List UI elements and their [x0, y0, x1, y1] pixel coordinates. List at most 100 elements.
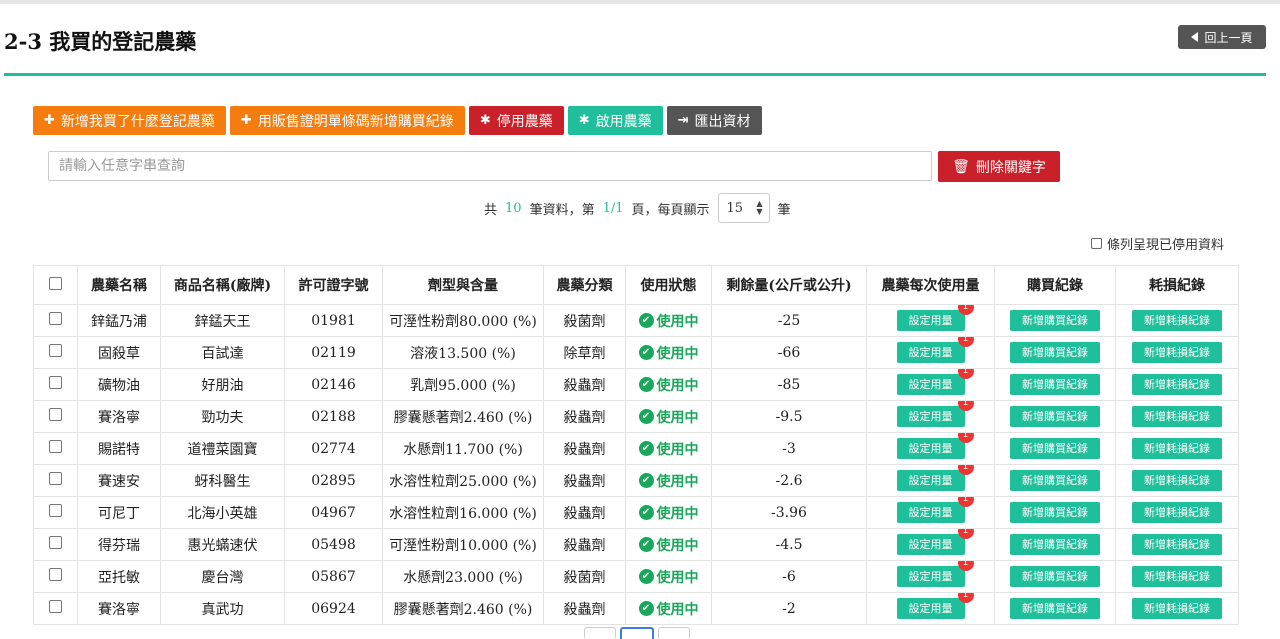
row-checkbox[interactable]: [49, 408, 62, 421]
cell-license: 02774: [284, 432, 383, 465]
current-page-button[interactable]: [620, 627, 654, 639]
cell-remaining: -9.5: [711, 400, 867, 433]
cell-product: 好朋油: [160, 368, 285, 401]
add-loss-record-button[interactable]: 新增耗損紀錄: [1132, 438, 1222, 459]
row-select-cell: [33, 528, 78, 561]
table-row: 可尼丁 北海小英雄 04967 水溶性粒劑16.000 (%) 殺蟲劑 ✔ 使用中 -3.96…: [33, 496, 1239, 529]
set-usage-button[interactable]: 設定用量 1: [896, 497, 974, 523]
cell-remaining: -6: [711, 560, 867, 593]
export-button[interactable]: ⇥ 匯出資材: [666, 106, 762, 135]
check-circle-icon: ✔: [638, 505, 654, 520]
notification-badge: 1: [957, 369, 974, 379]
add-loss-record-button[interactable]: 新增耗損紀錄: [1132, 598, 1222, 619]
prev-page-button[interactable]: [584, 627, 616, 638]
row-checkbox[interactable]: [49, 600, 62, 613]
cell-product: 百試達: [160, 336, 285, 369]
plus-icon: ✚: [44, 113, 55, 128]
back-button-label: 回上一頁: [1204, 30, 1253, 45]
cell-purchase: 新增購買紀錄: [994, 528, 1116, 561]
row-checkbox[interactable]: [49, 568, 62, 581]
row-checkbox[interactable]: [49, 536, 62, 549]
cell-license: 02119: [284, 336, 383, 369]
add-purchase-record-button[interactable]: 新增購買紀錄: [1010, 406, 1100, 427]
add-loss-record-button[interactable]: 新增耗損紀錄: [1132, 374, 1222, 395]
add-purchase-record-button[interactable]: 新增購買紀錄: [1010, 342, 1100, 363]
per-page-value: 15: [726, 200, 744, 216]
cell-license: 01981: [284, 304, 383, 337]
row-checkbox[interactable]: [49, 376, 62, 389]
next-page-button[interactable]: [658, 627, 690, 638]
enable-pesticide-button[interactable]: ✱ 啟用農藥: [567, 106, 663, 135]
column-header: 使用狀態: [625, 265, 712, 305]
column-header: 耗損紀錄: [1115, 265, 1239, 305]
set-usage-button[interactable]: 設定用量 1: [896, 433, 974, 459]
set-usage-button[interactable]: 設定用量 1: [896, 561, 974, 587]
cell-loss: 新增耗損紀錄: [1115, 464, 1239, 497]
column-header: 農藥每次使用量: [866, 265, 995, 305]
cell-remaining: -3: [711, 432, 867, 465]
add-loss-record-button[interactable]: 新增耗損紀錄: [1132, 342, 1222, 363]
show-disabled-toggle[interactable]: 條列呈現已停用資料: [1090, 234, 1224, 253]
cell-formulation: 水溶性粒劑16.000 (%): [382, 496, 544, 529]
select-all-checkbox[interactable]: [49, 276, 62, 290]
disable-label: 停用農藥: [496, 113, 553, 130]
cell-usage: 設定用量 1: [866, 496, 995, 529]
top-border: [0, 0, 1280, 4]
add-purchase-record-button[interactable]: 新增購買紀錄: [1010, 438, 1100, 459]
add-purchase-record-button[interactable]: 新增購買紀錄: [1010, 534, 1100, 555]
cell-loss: 新增耗損紀錄: [1115, 528, 1239, 561]
row-select-cell: [33, 336, 78, 369]
cell-purchase: 新增購買紀錄: [994, 304, 1116, 337]
set-usage-button[interactable]: 設定用量 1: [896, 337, 974, 363]
cell-remaining: -2: [711, 592, 867, 625]
per-page-select[interactable]: 15 ▲ ▼: [717, 193, 770, 223]
set-usage-button[interactable]: 設定用量 1: [896, 593, 974, 619]
add-loss-record-button[interactable]: 新增耗損紀錄: [1132, 566, 1222, 587]
search-input[interactable]: [48, 151, 932, 181]
row-checkbox[interactable]: [49, 344, 62, 357]
clear-keyword-label: 刪除關鍵字: [975, 159, 1046, 176]
add-loss-record-button[interactable]: 新增耗損紀錄: [1132, 534, 1222, 555]
row-checkbox[interactable]: [49, 504, 62, 517]
add-loss-record-button[interactable]: 新增耗損紀錄: [1132, 470, 1222, 491]
column-header: 購買紀錄: [994, 265, 1116, 305]
cell-category: 殺蟲劑: [543, 400, 626, 433]
status-badge: ✔ 使用中: [638, 599, 699, 619]
check-circle-icon: ✔: [638, 601, 654, 616]
add-loss-record-button[interactable]: 新增耗損紀錄: [1132, 406, 1222, 427]
set-usage-button[interactable]: 設定用量 1: [896, 465, 974, 491]
add-purchase-button[interactable]: ✚ 新增我買了什麼登記農藥: [33, 106, 226, 135]
status-badge: ✔ 使用中: [638, 567, 699, 587]
add-purchase-record-button[interactable]: 新增購買紀錄: [1010, 502, 1100, 523]
add-purchase-record-button[interactable]: 新增購買紀錄: [1010, 310, 1100, 331]
status-badge: ✔ 使用中: [638, 407, 699, 427]
back-button[interactable]: 回上一頁: [1178, 25, 1266, 49]
table-row: 賽洛寧 勁功夫 02188 膠囊懸著劑2.460 (%) 殺蟲劑 ✔ 使用中 -9.5 設定用量…: [33, 400, 1239, 433]
row-checkbox[interactable]: [49, 440, 62, 453]
clear-keyword-button[interactable]: 🗑 刪除關鍵字: [938, 151, 1060, 182]
cell-name: 亞托敏: [77, 560, 161, 593]
row-select-cell: [33, 464, 78, 497]
add-purchase-record-button[interactable]: 新增購買紀錄: [1010, 566, 1100, 587]
set-usage-button[interactable]: 設定用量 1: [896, 369, 974, 395]
cell-category: 殺蟲劑: [543, 496, 626, 529]
set-usage-label: 設定用量: [908, 442, 953, 455]
set-usage-button[interactable]: 設定用量 1: [896, 529, 974, 555]
cell-loss: 新增耗損紀錄: [1115, 336, 1239, 369]
add-loss-record-button[interactable]: 新增耗損紀錄: [1132, 502, 1222, 523]
row-checkbox[interactable]: [49, 472, 62, 485]
cell-category: 殺蟲劑: [543, 528, 626, 561]
add-purchase-record-button[interactable]: 新增購買紀錄: [1010, 598, 1100, 619]
disable-pesticide-button[interactable]: ✱ 停用農藥: [468, 106, 564, 135]
add-purchase-record-button[interactable]: 新增購買紀錄: [1010, 470, 1100, 491]
add-loss-record-button[interactable]: 新增耗損紀錄: [1132, 310, 1222, 331]
show-disabled-checkbox[interactable]: [1090, 238, 1102, 249]
set-usage-label: 設定用量: [908, 602, 953, 615]
row-checkbox[interactable]: [49, 312, 62, 325]
row-select-cell: [33, 400, 78, 433]
add-purchase-record-button[interactable]: 新增購買紀錄: [1010, 374, 1100, 395]
add-by-barcode-button[interactable]: ✚ 用販售證明單條碼新增購買紀錄: [229, 106, 465, 135]
set-usage-button[interactable]: 設定用量 1: [896, 305, 974, 331]
cell-name: 賽洛寧: [77, 592, 161, 625]
set-usage-button[interactable]: 設定用量 1: [896, 401, 974, 427]
